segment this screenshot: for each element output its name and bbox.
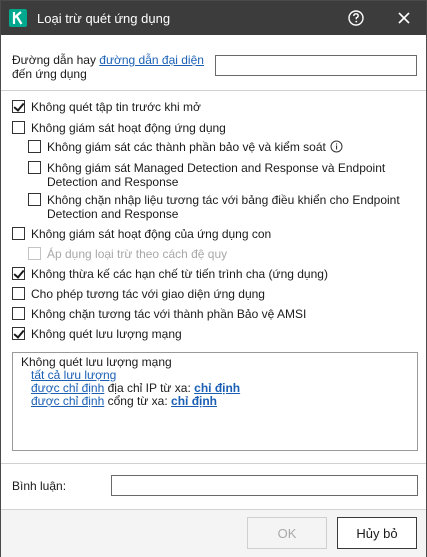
info-icon[interactable] <box>330 140 343 153</box>
checkbox[interactable] <box>12 267 25 280</box>
option-label: Áp dụng loại trừ theo cách đệ quy <box>47 247 228 261</box>
option-no-child-monitoring[interactable]: Không giám sát hoạt động của ứng dụng co… <box>12 227 271 243</box>
port-specified-link[interactable]: được chỉ định <box>31 394 104 408</box>
all-traffic-link[interactable]: tất cả lưu lượng <box>31 368 116 382</box>
option-no-inherit-restrictions[interactable]: Không thừa kế các hạn chế từ tiến trình … <box>12 267 328 283</box>
option-allow-ui-interaction[interactable]: Cho phép tương tác với giao diện ứng dụn… <box>12 287 265 303</box>
port-line-text: cổng từ xa: <box>104 394 172 408</box>
option-label: Không chặn nhập liệu tương tác với bảng … <box>47 193 400 221</box>
option-label: Không giám sát Managed Detection and Res… <box>47 161 386 189</box>
help-button[interactable] <box>344 6 368 30</box>
checkbox[interactable] <box>12 100 25 113</box>
ok-button[interactable]: OK <box>247 517 327 549</box>
app-exclusion-dialog: Loại trừ quét ứng dụng Đường dẫn hay đườ… <box>0 0 427 557</box>
title-bar: Loại trừ quét ứng dụng <box>1 1 426 35</box>
option-no-protection-components[interactable]: Không giám sát các thành phần bảo vệ và … <box>28 140 343 156</box>
checkbox[interactable] <box>12 307 25 320</box>
summary-title: Không quét lưu lượng mạng <box>21 355 172 369</box>
kaspersky-logo-icon <box>9 9 27 27</box>
window-title: Loại trừ quét ứng dụng <box>37 11 171 26</box>
comment-label: Bình luận: <box>12 479 67 493</box>
option-label: Không giám sát hoạt động của ứng dụng co… <box>31 227 272 241</box>
option-skip-network-traffic[interactable]: Không quét lưu lượng mạng <box>12 327 182 343</box>
option-label: Không quét tập tin trước khi mở <box>31 100 201 114</box>
option-recursive-exclusion: Áp dụng loại trừ theo cách đệ quy <box>28 247 227 263</box>
checkbox <box>28 247 41 260</box>
checkbox[interactable] <box>28 140 41 153</box>
path-label-suffix: đến ứng dụng <box>12 67 87 81</box>
checkbox[interactable] <box>12 121 25 134</box>
checkbox[interactable] <box>12 227 25 240</box>
ip-line-text: địa chỉ IP từ xa: <box>104 381 195 395</box>
summary-port-line: được chỉ định cổng từ xa: chỉ định <box>21 395 409 408</box>
ip-specified-link[interactable]: được chỉ định <box>31 381 104 395</box>
divider <box>1 463 426 464</box>
cancel-button[interactable]: Hủy bỏ <box>337 517 417 549</box>
option-label: Không giám sát các thành phần bảo vệ và … <box>47 140 326 154</box>
option-label: Không quét lưu lượng mạng <box>31 327 182 341</box>
close-button[interactable] <box>392 6 416 30</box>
checkbox[interactable] <box>28 193 41 206</box>
checkbox[interactable] <box>12 327 25 340</box>
path-label-prefix: Đường dẫn hay <box>12 53 100 67</box>
option-no-app-monitoring[interactable]: Không giám sát hoạt động ứng dụng <box>12 121 226 137</box>
port-specify-link[interactable]: chỉ định <box>171 394 217 408</box>
option-skip-file-scan[interactable]: Không quét tập tin trước khi mở <box>12 100 201 116</box>
option-no-mdr-edr[interactable]: Không giám sát Managed Detection and Res… <box>28 161 407 189</box>
option-label: Không thừa kế các hạn chế từ tiến trình … <box>31 267 328 281</box>
path-mask-link[interactable]: đường dẫn đại diện <box>99 53 204 67</box>
rule-summary-box: Không quét lưu lượng mạng tất cả lưu lượ… <box>12 352 418 451</box>
ip-specify-link[interactable]: chỉ định <box>194 381 240 395</box>
divider <box>1 90 426 91</box>
close-icon <box>398 12 410 24</box>
checkbox[interactable] <box>12 287 25 300</box>
option-label: Cho phép tương tác với giao diện ứng dụn… <box>31 287 265 301</box>
option-label: Không giám sát hoạt động ứng dụng <box>31 121 226 135</box>
checkbox[interactable] <box>28 161 41 174</box>
comment-input[interactable] <box>111 475 418 496</box>
path-input[interactable] <box>215 55 417 76</box>
dialog-footer: OK Hủy bỏ <box>1 509 426 557</box>
path-label: Đường dẫn hay đường dẫn đại diện đến ứng… <box>12 53 212 81</box>
option-no-amsi-block[interactable]: Không chặn tương tác với thành phần Bảo … <box>12 307 306 323</box>
help-icon <box>348 10 364 26</box>
option-no-edr-console-block[interactable]: Không chặn nhập liệu tương tác với bảng … <box>28 193 407 221</box>
option-label: Không chặn tương tác với thành phần Bảo … <box>31 307 307 321</box>
